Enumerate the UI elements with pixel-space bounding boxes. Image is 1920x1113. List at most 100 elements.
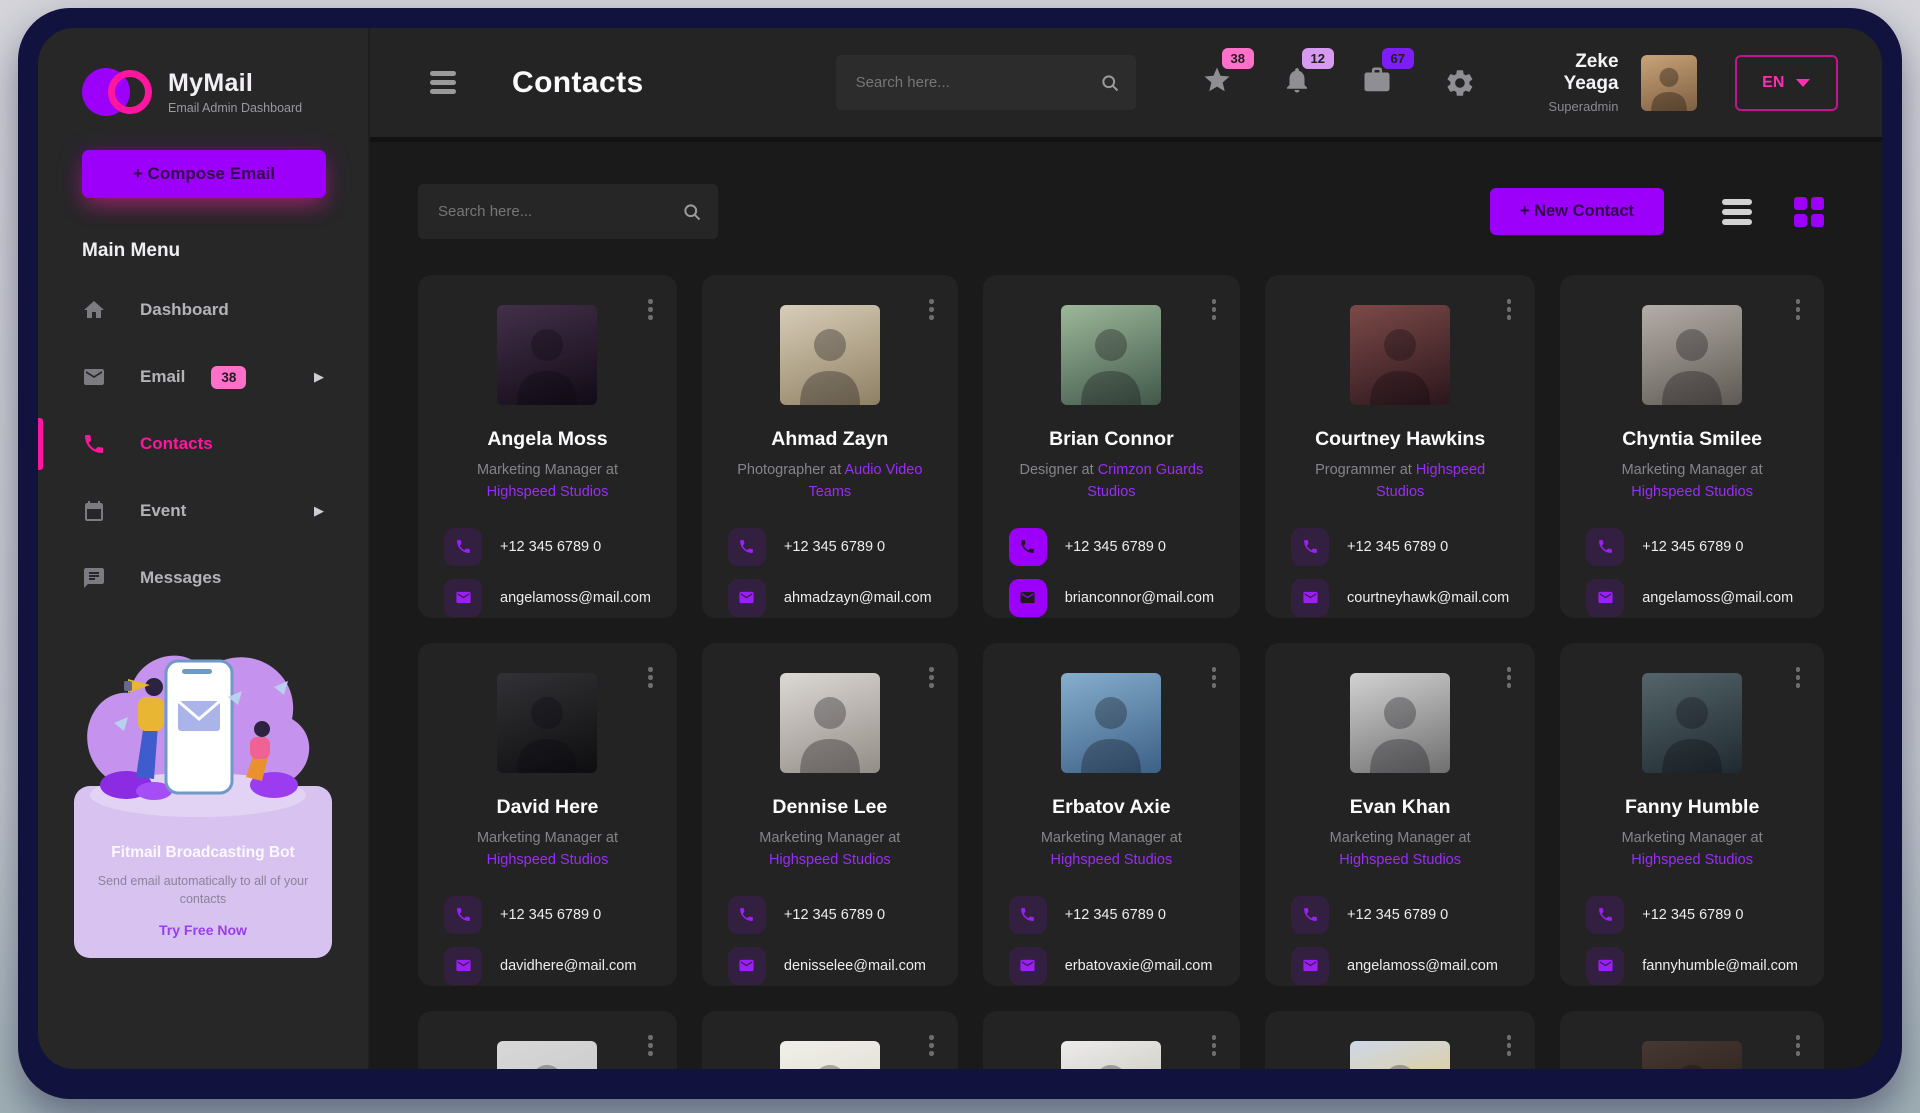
contact-email-row[interactable]: denisselee@mail.com xyxy=(728,947,932,985)
kebab-menu-icon[interactable] xyxy=(925,663,938,692)
contact-role: Marketing Manager at xyxy=(1622,830,1763,846)
kebab-menu-icon[interactable] xyxy=(1208,1031,1221,1060)
app-window: MyMail Email Admin Dashboard + Compose E… xyxy=(38,28,1882,1069)
phone-icon xyxy=(728,896,766,934)
envelope-icon xyxy=(728,579,766,617)
new-contact-button[interactable]: + New Contact xyxy=(1490,188,1664,235)
contact-phone-row[interactable]: +12 345 6789 0 xyxy=(1586,896,1798,934)
kebab-menu-icon[interactable] xyxy=(1792,663,1805,692)
sidebar-item-contacts[interactable]: Contacts xyxy=(38,420,368,468)
kebab-menu-icon[interactable] xyxy=(644,1031,657,1060)
contact-photo xyxy=(1350,305,1450,405)
compose-email-button[interactable]: + Compose Email xyxy=(82,150,326,198)
kebab-menu-icon[interactable] xyxy=(925,295,938,324)
contact-email-row[interactable]: erbatovaxie@mail.com xyxy=(1009,947,1214,985)
contact-phone: +12 345 6789 0 xyxy=(784,907,885,923)
contact-company-link[interactable]: Highspeed Studios xyxy=(487,484,609,500)
contact-phone-row[interactable]: +12 345 6789 0 xyxy=(1291,896,1509,934)
contact-role: Marketing Manager at xyxy=(1041,830,1182,846)
tasks-button[interactable]: 67 xyxy=(1362,65,1392,100)
contact-company-link[interactable]: Highspeed Studios xyxy=(769,852,891,868)
topbar-search-input[interactable] xyxy=(836,55,1136,110)
contact-phone-row[interactable]: +12 345 6789 0 xyxy=(728,528,932,566)
contact-name: Ahmad Zayn xyxy=(702,428,958,451)
sidebar-item-messages[interactable]: Messages xyxy=(38,554,368,602)
contact-phone-row[interactable]: +12 345 6789 0 xyxy=(1009,896,1214,934)
contact-email: erbatovaxie@mail.com xyxy=(1065,958,1213,974)
chat-icon xyxy=(82,566,106,590)
contact-company-link[interactable]: Highspeed Studios xyxy=(487,852,609,868)
contact-name: Erbatov Axie xyxy=(983,796,1240,819)
kebab-menu-icon[interactable] xyxy=(1503,663,1516,692)
contact-email-row[interactable]: courtneyhawk@mail.com xyxy=(1291,579,1509,617)
contact-phone: +12 345 6789 0 xyxy=(1065,907,1166,923)
contact-email-row[interactable]: angelamoss@mail.com xyxy=(1291,947,1509,985)
grid-view-toggle-icon[interactable] xyxy=(1794,197,1824,227)
kebab-menu-icon[interactable] xyxy=(1503,295,1516,324)
contact-photo xyxy=(780,305,880,405)
contact-phone-row[interactable]: +12 345 6789 0 xyxy=(1586,528,1798,566)
kebab-menu-icon[interactable] xyxy=(1208,663,1221,692)
contact-phone: +12 345 6789 0 xyxy=(500,539,601,555)
contact-company-link[interactable]: Highspeed Studios xyxy=(1339,852,1461,868)
sidebar-item-dashboard[interactable]: Dashboard xyxy=(38,286,368,334)
contact-role: Marketing Manager at xyxy=(1622,462,1763,478)
contact-email-row[interactable]: angelamoss@mail.com xyxy=(1586,579,1798,617)
contact-card: Erbatov Axie Marketing Manager at Highsp… xyxy=(983,643,1240,986)
contact-company-link[interactable]: Highspeed Studios xyxy=(1631,852,1753,868)
contact-email-row[interactable]: angelamoss@mail.com xyxy=(444,579,651,617)
contact-email: brianconnor@mail.com xyxy=(1065,590,1214,606)
search-icon[interactable] xyxy=(1100,73,1120,93)
contact-phone-row[interactable]: +12 345 6789 0 xyxy=(1291,528,1509,566)
language-selector[interactable]: EN xyxy=(1735,55,1838,111)
kebab-menu-icon[interactable] xyxy=(1792,295,1805,324)
contact-email-row[interactable]: brianconnor@mail.com xyxy=(1009,579,1214,617)
contact-phone-row[interactable]: +12 345 6789 0 xyxy=(444,896,651,934)
contact-email-row[interactable]: ahmadzayn@mail.com xyxy=(728,579,932,617)
hamburger-menu-icon[interactable] xyxy=(430,71,456,94)
contact-phone: +12 345 6789 0 xyxy=(1065,539,1166,555)
main-area: Contacts 38 12 67 xyxy=(370,28,1882,1069)
contacts-grid: Angela Moss Marketing Manager at Highspe… xyxy=(418,275,1824,1069)
notifications-button[interactable]: 12 xyxy=(1282,65,1312,100)
contact-email-row[interactable]: fannyhumble@mail.com xyxy=(1586,947,1798,985)
topbar: Contacts 38 12 67 xyxy=(370,28,1882,142)
contacts-search-input[interactable] xyxy=(418,184,718,239)
contact-email-row[interactable]: davidhere@mail.com xyxy=(444,947,651,985)
kebab-menu-icon[interactable] xyxy=(1792,1031,1805,1060)
contact-photo xyxy=(497,673,597,773)
contact-phone-row[interactable]: +12 345 6789 0 xyxy=(728,896,932,934)
kebab-menu-icon[interactable] xyxy=(1208,295,1221,324)
contact-role: Marketing Manager at xyxy=(477,462,618,478)
tasks-count-badge: 67 xyxy=(1382,48,1414,69)
contact-card: Evan Khan Marketing Manager at Highspeed… xyxy=(1265,643,1535,986)
try-free-now-link[interactable]: Try Free Now xyxy=(92,922,314,938)
contact-company-link[interactable]: Highspeed Studios xyxy=(1051,852,1173,868)
kebab-menu-icon[interactable] xyxy=(1503,1031,1516,1060)
calendar-icon xyxy=(82,499,106,523)
favorites-button[interactable]: 38 xyxy=(1202,65,1232,100)
contact-name: Courtney Hawkins xyxy=(1265,428,1535,451)
envelope-icon xyxy=(1291,579,1329,617)
contact-photo xyxy=(1061,673,1161,773)
contact-card xyxy=(1560,1011,1824,1069)
contact-photo xyxy=(1350,1041,1450,1069)
phone-icon xyxy=(1586,528,1624,566)
list-view-toggle-icon[interactable] xyxy=(1722,199,1752,225)
envelope-icon xyxy=(444,579,482,617)
contact-company-link[interactable]: Crimzon Guards Studios xyxy=(1087,462,1203,500)
kebab-menu-icon[interactable] xyxy=(925,1031,938,1060)
kebab-menu-icon[interactable] xyxy=(644,663,657,692)
phone-icon xyxy=(1291,896,1329,934)
contact-photo xyxy=(1061,305,1161,405)
contact-phone-row[interactable]: +12 345 6789 0 xyxy=(444,528,651,566)
sidebar-item-event[interactable]: Event ▶ xyxy=(38,487,368,535)
contact-phone-row[interactable]: +12 345 6789 0 xyxy=(1009,528,1214,566)
sidebar-item-email[interactable]: Email 38 ▶ xyxy=(38,353,368,401)
contact-role: Photographer at xyxy=(737,462,844,478)
kebab-menu-icon[interactable] xyxy=(644,295,657,324)
settings-gear-icon[interactable] xyxy=(1444,67,1476,99)
search-icon[interactable] xyxy=(682,202,702,222)
contact-company-link[interactable]: Highspeed Studios xyxy=(1631,484,1753,500)
user-avatar[interactable] xyxy=(1641,55,1697,111)
